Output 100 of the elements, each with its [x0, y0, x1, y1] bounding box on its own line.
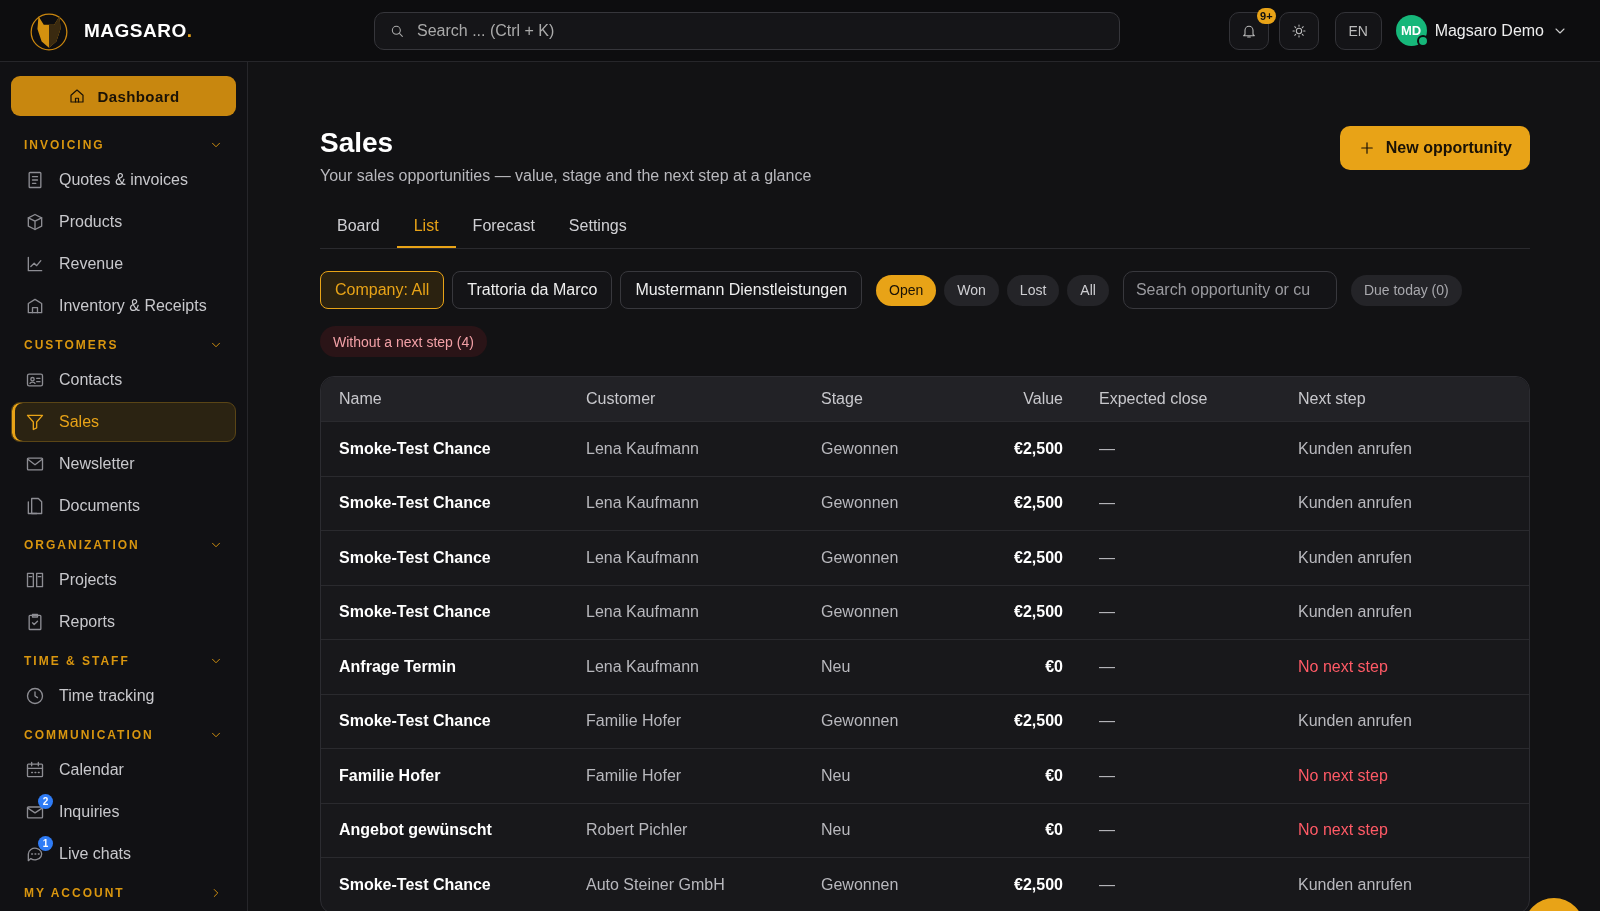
- table-cell-text: Familie Hofer: [586, 712, 683, 731]
- table-cell-text: €2,500: [1013, 548, 1063, 567]
- section-header[interactable]: COMMUNICATION: [11, 718, 236, 748]
- sidebar-item-label: Sales: [59, 413, 100, 431]
- documents-icon: [25, 496, 45, 516]
- language-button[interactable]: EN: [1334, 11, 1382, 50]
- sidebar-item[interactable]: Quotes & invoices: [11, 160, 236, 200]
- table-cell-text: Smoke-Test Chance: [339, 548, 492, 567]
- sidebar-item[interactable]: Time tracking: [11, 676, 236, 716]
- table-row[interactable]: Anfrage Termin Lena Kaufmann Neu €0 — No next step: [321, 640, 1529, 695]
- warehouse-icon: [25, 296, 45, 316]
- company-filter[interactable]: Mustermann Dienstleistungen: [620, 271, 863, 309]
- table-cell-text: Gewonnen: [821, 712, 900, 731]
- table-cell-text: —: [1098, 657, 1116, 676]
- section-header[interactable]: MY ACCOUNT: [11, 876, 236, 906]
- sidebar-item[interactable]: Newsletter: [11, 444, 236, 484]
- table-cell-text: —: [1098, 766, 1116, 785]
- sidebar-item[interactable]: 1 Live chats: [11, 834, 236, 874]
- sidebar-item[interactable]: Documents: [11, 486, 236, 526]
- brand-name: MAGSARO.: [84, 19, 193, 42]
- section-title: ORGANIZATION: [24, 538, 140, 552]
- tab[interactable]: Forecast: [455, 209, 552, 248]
- dashboard-button[interactable]: Dashboard: [11, 76, 236, 116]
- sidebar-item[interactable]: Inventory & Receipts: [11, 286, 236, 326]
- without-next-step-filter[interactable]: Without a next step (4): [320, 326, 487, 357]
- status-filter[interactable]: Lost: [1006, 274, 1060, 306]
- table-cell-text: Kunden anrufen: [1298, 548, 1413, 567]
- column-header: Value: [1022, 390, 1063, 408]
- sidebar-item-label: Calendar: [59, 761, 124, 779]
- sidebar-item[interactable]: 2 Inquiries: [11, 792, 236, 832]
- table-row[interactable]: Familie Hofer Familie Hofer Neu €0 — No next step: [321, 749, 1529, 804]
- sidebar-item[interactable]: Reports: [11, 602, 236, 642]
- table-cell-text: —: [1098, 821, 1116, 840]
- section-header[interactable]: CUSTOMERS: [11, 328, 236, 358]
- table-cell-text: €2,500: [1013, 439, 1063, 458]
- clock-icon: [25, 686, 45, 706]
- table-cell-text: Smoke-Test Chance: [339, 439, 492, 458]
- sidebar-item-label: Contacts: [59, 371, 123, 389]
- table-row[interactable]: Smoke-Test Chance Auto Steiner GmbH Gewonnen €2,500 — Kunden anrufen: [321, 858, 1529, 911]
- table-cell-text: €0: [1044, 766, 1063, 785]
- count-badge: 1: [38, 836, 53, 851]
- table-cell-text: Kunden anrufen: [1298, 712, 1413, 731]
- table-cell-text: —: [1098, 494, 1116, 513]
- table-cell-text: Gewonnen: [821, 603, 900, 622]
- section-header[interactable]: TIME & STAFF: [11, 644, 236, 674]
- table-cell-text: €2,500: [1013, 603, 1063, 622]
- table-cell-text: Anfrage Termin: [339, 657, 458, 676]
- company-filter[interactable]: Trattoria da Marco: [452, 271, 613, 309]
- table-cell-text: Kunden anrufen: [1298, 875, 1413, 894]
- table-row[interactable]: Smoke-Test Chance Lena Kaufmann Gewonnen €2,500 — Kunden anrufen: [321, 476, 1529, 531]
- sidebar-item[interactable]: Revenue: [11, 244, 236, 284]
- sidebar-item[interactable]: Calendar: [11, 750, 236, 790]
- due-today-filter[interactable]: Due today (0): [1350, 274, 1462, 306]
- search-field[interactable]: Search ... (Ctrl + K): [374, 11, 1120, 50]
- sidebar-item[interactable]: Products: [11, 202, 236, 242]
- tab[interactable]: Settings: [551, 209, 644, 248]
- sun-icon: [1290, 22, 1307, 39]
- table-cell-text: Gewonnen: [821, 875, 900, 894]
- table-cell-text: Familie Hofer: [586, 766, 683, 785]
- table-cell-text: No next step: [1298, 821, 1389, 840]
- table-cell-text: Lena Kaufmann: [586, 494, 700, 513]
- sidebar-item-label: Newsletter: [59, 455, 135, 473]
- sidebar-item-label: Time tracking: [59, 687, 155, 705]
- table-cell-text: €2,500: [1013, 494, 1063, 513]
- section-header[interactable]: ORGANIZATION: [11, 528, 236, 558]
- new-opportunity-button[interactable]: New opportunity: [1339, 126, 1530, 170]
- calendar-icon: [25, 760, 45, 780]
- tab[interactable]: Board: [320, 209, 397, 248]
- theme-button[interactable]: [1278, 11, 1319, 50]
- sidebar-item[interactable]: Sales: [11, 402, 236, 442]
- columns-icon: [25, 570, 45, 590]
- section-header[interactable]: INVOICING: [11, 128, 236, 158]
- table-cell-text: No next step: [1298, 766, 1389, 785]
- table-row[interactable]: Smoke-Test Chance Familie Hofer Gewonnen €2,500 — Kunden anrufen: [321, 694, 1529, 749]
- table-cell-text: Auto Steiner GmbH: [586, 875, 726, 894]
- section-title: CUSTOMERS: [24, 338, 119, 352]
- table-cell-text: Lena Kaufmann: [586, 603, 700, 622]
- table-cell-text: Smoke-Test Chance: [339, 875, 492, 894]
- notification-count: 9+: [1257, 7, 1276, 24]
- status-filter[interactable]: Won: [944, 274, 999, 306]
- table-cell-text: €0: [1044, 821, 1063, 840]
- user-name[interactable]: Magsaro Demo: [1434, 21, 1544, 40]
- tab[interactable]: List: [396, 209, 456, 248]
- section-title: MY ACCOUNT: [24, 886, 125, 900]
- status-filter[interactable]: All: [1067, 274, 1109, 306]
- table-cell-text: Familie Hofer: [339, 766, 442, 785]
- table-row[interactable]: Smoke-Test Chance Lena Kaufmann Gewonnen €2,500 — Kunden anrufen: [321, 422, 1529, 477]
- sidebar-item[interactable]: Contacts: [11, 360, 236, 400]
- search-input[interactable]: Search ... (Ctrl + K): [415, 20, 1105, 41]
- table-cell-text: Neu: [821, 657, 852, 676]
- column-header: Expected close: [1098, 390, 1209, 408]
- sidebar-item[interactable]: Projects: [11, 560, 236, 600]
- table-row[interactable]: Angebot gewünscht Robert Pichler Neu €0 — No next step: [321, 803, 1529, 858]
- cube-icon: [25, 212, 45, 232]
- table-row[interactable]: Smoke-Test Chance Lena Kaufmann Gewonnen €2,500 — Kunden anrufen: [321, 585, 1529, 640]
- status-filter[interactable]: Open: [876, 274, 937, 306]
- section-title: TIME & STAFF: [24, 654, 130, 668]
- opportunity-search-field[interactable]: Search opportunity or cu: [1122, 271, 1337, 309]
- company-filter[interactable]: Company: All: [320, 271, 445, 309]
- table-row[interactable]: Smoke-Test Chance Lena Kaufmann Gewonnen €2,500 — Kunden anrufen: [321, 531, 1529, 586]
